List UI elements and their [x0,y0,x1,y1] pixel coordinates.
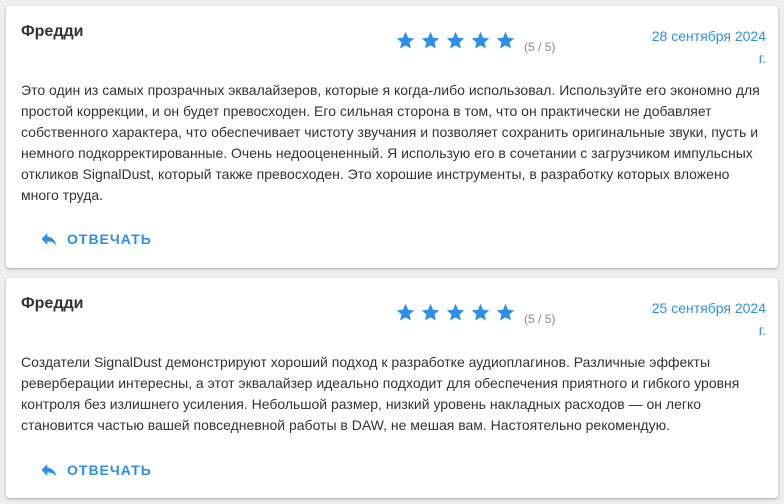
review-date-line2: г. [758,50,766,66]
star-icon [471,31,490,49]
review-card: Фредди (5 / 5) 25 сентября 2024 г. Созда… [6,278,778,498]
review-date-line1: 28 сентября 2024 [651,28,766,44]
review-date-line1: 25 сентября 2024 [651,300,766,316]
star-icon [396,303,415,321]
review-author: Фредди [21,295,84,312]
reply-button-label: ОТВЕЧАТЬ [67,462,152,478]
rating-score: (5 / 5) [524,40,556,54]
star-icon [446,31,465,49]
reply-icon [41,233,57,246]
review-date: 28 сентября 2024 г. [626,25,766,69]
reply-button-label: ОТВЕЧАТЬ [67,231,152,247]
star-icon [496,31,515,49]
review-text: Создатели SignalDust демонстрируют хорош… [21,354,740,433]
star-rating [395,30,520,51]
review-text: Это один из самых прозрачных эквалайзеро… [21,82,760,203]
review-date: 25 сентября 2024 г. [626,297,766,341]
reply-button[interactable]: ОТВЕЧАТЬ [38,229,152,249]
review-card: Фредди (5 / 5) 28 сентября 2024 г. Это о… [6,6,778,268]
star-icon [421,31,440,49]
star-rating [395,302,520,323]
star-icon [446,303,465,321]
star-icon [471,303,490,321]
review-author: Фредди [21,23,84,40]
review-date-line2: г. [758,322,766,338]
rating-score: (5 / 5) [524,312,556,326]
star-icon [496,303,515,321]
reply-button[interactable]: ОТВЕЧАТЬ [38,460,152,480]
reply-icon [41,464,57,477]
star-icon [421,303,440,321]
star-icon [396,31,415,49]
